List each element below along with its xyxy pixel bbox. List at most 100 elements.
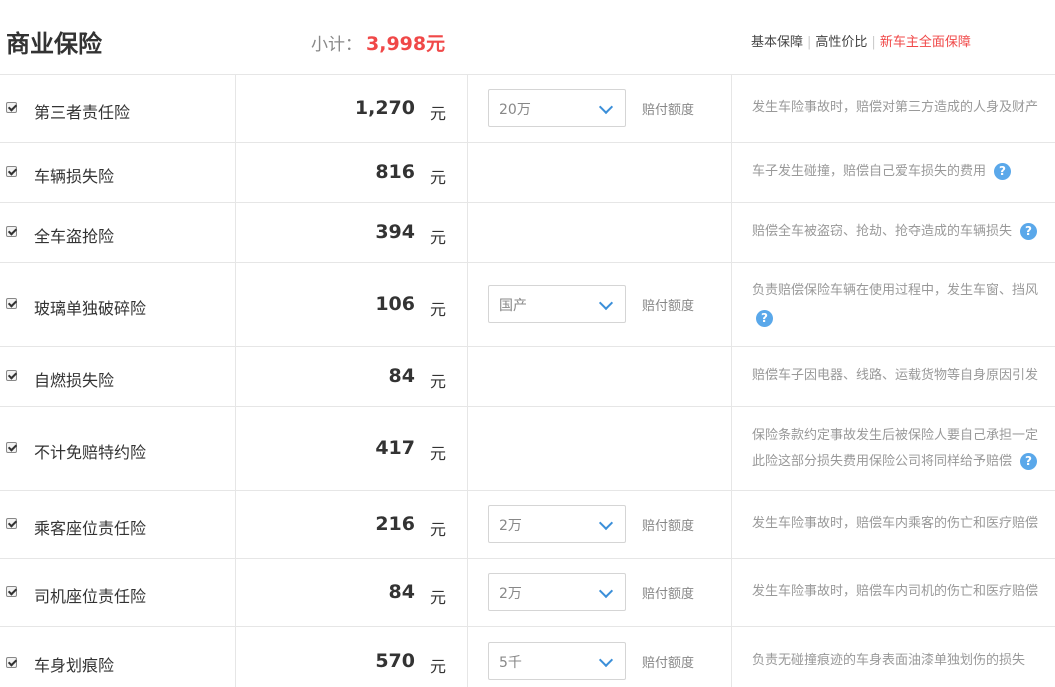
price-value: 84 <box>388 581 415 603</box>
help-icon[interactable]: ? <box>1020 223 1038 240</box>
insurance-name: 车辆损失险 <box>34 167 115 186</box>
option-cell <box>468 347 732 406</box>
desc-cell: 保险条款约定事故发生后被保险人要自己承担一定 此险这部分损失费用保险公司将同样给… <box>732 407 1055 490</box>
insurance-desc: 赔偿全车被盗窃、抢劫、抢夺造成的车辆损失? <box>752 220 1038 244</box>
divider: | <box>871 35 876 50</box>
subtotal-amount: 3,998元 <box>366 33 446 55</box>
plan-new-owner-link[interactable]: 新车主全面保障 <box>880 35 971 50</box>
coverage-value: 2万 <box>499 518 522 534</box>
name-cell: 全车盗抢险 <box>0 203 236 262</box>
insurance-row: 自燃损失险 84 元 赔偿车子因电器、线路、运载货物等自身原因引发 <box>0 347 1055 407</box>
option-cell <box>468 143 732 202</box>
desc-text: 此险这部分损失费用保险公司将同样给予赔偿 <box>752 454 1013 469</box>
help-icon[interactable]: ? <box>1020 453 1038 470</box>
price-cell: 816 元 <box>236 143 468 202</box>
coverage-label: 赔付额度 <box>642 103 695 118</box>
insurance-row: 全车盗抢险 394 元 赔偿全车被盗窃、抢劫、抢夺造成的车辆损失? <box>0 203 1055 263</box>
coverage-label: 赔付额度 <box>642 299 695 314</box>
option-cell <box>468 203 732 262</box>
price-unit: 元 <box>430 372 447 391</box>
insurance-desc: 保险条款约定事故发生后被保险人要自己承担一定 <box>752 428 1039 443</box>
checkbox[interactable] <box>6 586 17 597</box>
desc-text: 车子发生碰撞，赔偿自己爱车损失的费用 <box>752 164 987 179</box>
name-cell: 车辆损失险 <box>0 143 236 202</box>
checkbox[interactable] <box>6 518 17 529</box>
coverage-select[interactable]: 5千 <box>488 642 626 680</box>
checkbox[interactable] <box>6 370 17 381</box>
insurance-desc: 发生车险事故时，赔偿车内乘客的伤亡和医疗赔偿 <box>752 516 1039 531</box>
price-cell: 106 元 <box>236 263 468 346</box>
price-cell: 84 元 <box>236 559 468 626</box>
insurance-row: 司机座位责任险 84 元 2万 赔付额度 发生车险事故时，赔偿车内司机的伤亡和医… <box>0 559 1055 627</box>
desc-cell: 发生车险事故时，赔偿车内乘客的伤亡和医疗赔偿 <box>732 491 1055 558</box>
insurance-name: 车身划痕险 <box>34 656 115 675</box>
option-cell: 国产 赔付额度 <box>468 263 732 346</box>
checkbox[interactable] <box>6 102 17 113</box>
price-value: 216 <box>375 513 415 535</box>
plan-basic-link[interactable]: 基本保障 <box>751 35 803 50</box>
coverage-value: 20万 <box>499 102 531 118</box>
price-unit: 元 <box>430 444 447 463</box>
desc-text: 赔偿全车被盗窃、抢劫、抢夺造成的车辆损失 <box>752 224 1013 239</box>
plan-value-link[interactable]: 高性价比 <box>815 35 867 50</box>
coverage-select[interactable]: 2万 <box>488 505 626 543</box>
insurance-list: 第三者责任险 1,270 元 20万 赔付额度 发生车险事故时，赔偿对第三方造成… <box>0 75 1055 687</box>
insurance-desc: 负责赔偿保险车辆在使用过程中，发生车窗、挡风 <box>752 283 1039 298</box>
checkbox[interactable] <box>6 298 17 309</box>
chevron-down-icon <box>598 652 614 668</box>
coverage-label: 赔付额度 <box>642 656 695 671</box>
insurance-desc: 赔偿车子因电器、线路、运载货物等自身原因引发 <box>752 368 1039 383</box>
price-value: 1,270 <box>354 97 415 119</box>
name-cell: 玻璃单独破碎险 <box>0 263 236 346</box>
insurance-row: 不计免赔特约险 417 元 保险条款约定事故发生后被保险人要自己承担一定 此险这… <box>0 407 1055 491</box>
insurance-name: 第三者责任险 <box>34 103 131 122</box>
checkbox[interactable] <box>6 226 17 237</box>
option-cell: 5千 赔付额度 <box>468 627 732 687</box>
checkbox[interactable] <box>6 166 17 177</box>
price-cell: 570 元 <box>236 627 468 687</box>
price-value: 106 <box>375 293 415 315</box>
insurance-name: 玻璃单独破碎险 <box>34 299 147 318</box>
price-value: 417 <box>375 437 415 459</box>
name-cell: 乘客座位责任险 <box>0 491 236 558</box>
price-unit: 元 <box>430 588 447 607</box>
coverage-value: 国产 <box>499 298 527 314</box>
coverage-value: 2万 <box>499 586 522 602</box>
insurance-name: 不计免赔特约险 <box>34 443 147 462</box>
desc-cell: 发生车险事故时，赔偿对第三方造成的人身及财产 <box>732 75 1055 142</box>
help-icon[interactable]: ? <box>756 310 773 327</box>
checkbox[interactable] <box>6 442 17 453</box>
insurance-name: 乘客座位责任险 <box>34 519 147 538</box>
insurance-desc: 发生车险事故时，赔偿车内司机的伤亡和医疗赔偿 <box>752 584 1039 599</box>
desc-cell: 发生车险事故时，赔偿车内司机的伤亡和医疗赔偿 <box>732 559 1055 626</box>
insurance-desc: 车子发生碰撞，赔偿自己爱车损失的费用? <box>752 160 1012 184</box>
option-cell <box>468 407 732 490</box>
checkbox[interactable] <box>6 657 17 668</box>
desc-cell: 负责赔偿保险车辆在使用过程中，发生车窗、挡风 ? <box>732 263 1055 346</box>
help-icon[interactable]: ? <box>994 163 1012 180</box>
insurance-desc: 此险这部分损失费用保险公司将同样给予赔偿? <box>752 450 1038 474</box>
insurance-desc: 发生车险事故时，赔偿对第三方造成的人身及财产 <box>752 100 1039 115</box>
insurance-name: 全车盗抢险 <box>34 227 115 246</box>
coverage-label: 赔付额度 <box>642 587 695 602</box>
coverage-select[interactable]: 2万 <box>488 573 626 611</box>
subtotal-label: 小计： <box>311 35 362 55</box>
name-cell: 不计免赔特约险 <box>0 407 236 490</box>
desc-cell: 赔偿全车被盗窃、抢劫、抢夺造成的车辆损失? <box>732 203 1055 262</box>
subtotal: 小计： 3,998元 <box>311 29 445 56</box>
desc-cell: 负责无碰撞痕迹的车身表面油漆单独划伤的损失 <box>732 627 1055 687</box>
insurance-row: 车辆损失险 816 元 车子发生碰撞，赔偿自己爱车损失的费用? <box>0 143 1055 203</box>
insurance-row: 玻璃单独破碎险 106 元 国产 赔付额度 负责赔偿保险车辆在使用过程中，发生车… <box>0 263 1055 347</box>
insurance-row: 第三者责任险 1,270 元 20万 赔付额度 发生车险事故时，赔偿对第三方造成… <box>0 75 1055 143</box>
desc-cell: 车子发生碰撞，赔偿自己爱车损失的费用? <box>732 143 1055 202</box>
coverage-select[interactable]: 20万 <box>488 89 626 127</box>
chevron-down-icon <box>598 99 614 115</box>
price-cell: 84 元 <box>236 347 468 406</box>
name-cell: 车身划痕险 <box>0 627 236 687</box>
price-value: 570 <box>375 650 415 672</box>
name-cell: 自燃损失险 <box>0 347 236 406</box>
price-unit: 元 <box>430 168 447 187</box>
price-unit: 元 <box>430 657 447 676</box>
coverage-select[interactable]: 国产 <box>488 285 626 323</box>
price-cell: 394 元 <box>236 203 468 262</box>
